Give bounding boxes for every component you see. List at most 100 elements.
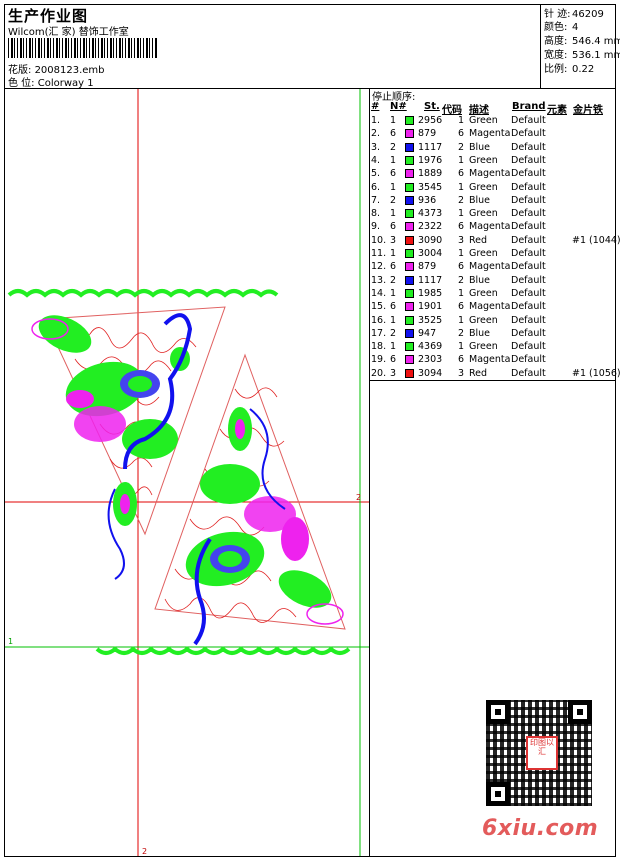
- qr-finder-tl: [486, 700, 510, 724]
- seq-code: 2: [458, 141, 465, 153]
- seq-desc: Magenta: [469, 261, 511, 273]
- col-num: #: [371, 101, 380, 112]
- color-swatch: [405, 235, 414, 245]
- seq-stitches: 879: [418, 261, 437, 273]
- stat-width: 宽度: 536.1 mm: [544, 50, 620, 61]
- seq-num: 18.: [371, 341, 387, 353]
- col-st: St.: [424, 101, 440, 112]
- seq-code: 6: [458, 128, 465, 140]
- color-swatch: [405, 142, 414, 152]
- qr-code: 印图以汇: [486, 700, 592, 806]
- seq-desc: Magenta: [469, 301, 511, 313]
- left-flowers: [31, 313, 193, 580]
- seq-needle: 6: [390, 168, 397, 180]
- color-swatch: [405, 368, 414, 378]
- seq-code: 3: [458, 367, 465, 379]
- seq-desc: Green: [469, 208, 498, 220]
- seq-code: 1: [458, 314, 465, 326]
- seq-desc: Blue: [469, 327, 491, 339]
- color-swatch: [405, 155, 414, 165]
- color-swatch: [405, 315, 414, 325]
- seq-desc: Green: [469, 248, 498, 259]
- seq-desc: Red: [469, 367, 488, 379]
- seq-desc: Green: [469, 154, 498, 166]
- seq-desc: Magenta: [469, 168, 511, 180]
- seq-needle: 2: [390, 194, 397, 206]
- seq-code: 2: [458, 274, 465, 286]
- stats-box: 针 迹:46209 颜色: 4 高度: 546.4 mm 宽度: 536.1 mm 比…: [540, 4, 620, 88]
- seq-code: 6: [458, 261, 465, 273]
- seq-desc: Magenta: [469, 128, 511, 140]
- sequence-row: 14. 1 1985 1 Green Default: [370, 288, 614, 301]
- color-swatch: [405, 222, 414, 232]
- seq-code: 6: [458, 354, 465, 366]
- seq-stitches: 1976: [418, 154, 443, 166]
- sequence-row: 16. 1 3525 1 Green Default: [370, 315, 614, 328]
- seq-brand: Default: [511, 261, 546, 273]
- seq-desc: Blue: [469, 141, 491, 153]
- seq-code: 1: [458, 181, 465, 193]
- seq-stitches: 936: [418, 194, 437, 206]
- studio-name: Wilcom(汇 家) 替饰工作室: [8, 27, 129, 38]
- seq-brand: Default: [511, 221, 546, 233]
- seq-code: 1: [458, 154, 465, 166]
- color-swatch: [405, 302, 414, 312]
- seq-desc: Red: [469, 234, 488, 246]
- seq-brand: Default: [511, 208, 546, 220]
- color-swatch: [405, 355, 414, 365]
- qr-finder-bl: [486, 782, 510, 806]
- seq-desc: Blue: [469, 274, 491, 286]
- seq-desc: Blue: [469, 194, 491, 206]
- seq-brand: Default: [511, 194, 546, 206]
- seq-stitches: 4369: [418, 341, 443, 353]
- color-swatch: [405, 328, 414, 338]
- sequence-row: 13. 2 1117 2 Blue Default: [370, 275, 614, 288]
- scallop-border-top: [7, 289, 279, 298]
- sequence-row: 3. 2 1117 2 Blue Default: [370, 142, 614, 155]
- seq-needle: 3: [390, 367, 397, 379]
- seq-stitches: 1117: [418, 141, 443, 153]
- seq-num: 5.: [371, 168, 381, 180]
- seq-needle: 2: [390, 327, 397, 339]
- seq-num: 12.: [371, 261, 387, 273]
- seq-desc: Green: [469, 341, 498, 353]
- seq-brand: Default: [511, 128, 546, 140]
- seq-brand: Default: [511, 181, 546, 193]
- seq-stitches: 947: [418, 327, 437, 339]
- seq-num: 9.: [371, 221, 381, 233]
- seq-num: 6.: [371, 181, 381, 193]
- seq-stitches: 4373: [418, 208, 443, 220]
- seq-num: 20.: [371, 367, 387, 379]
- seq-needle: 1: [390, 154, 397, 166]
- seq-code: 6: [458, 221, 465, 233]
- seq-note: #1 (1044): [572, 234, 620, 246]
- sequence-row: 11. 1 3004 1 Green Default: [370, 248, 614, 261]
- col-sequin: 金片铁: [573, 105, 603, 116]
- sequence-row: 10. 3 3090 3 Red Default #1 (1044): [370, 234, 620, 248]
- color-swatch: [405, 275, 414, 285]
- seq-code: 3: [458, 234, 465, 246]
- sequence-row: 19. 6 2303 6 Magenta Default: [370, 354, 614, 367]
- seq-desc: Magenta: [469, 221, 511, 233]
- seq-needle: 1: [390, 248, 397, 259]
- sequence-row: 8. 1 4373 1 Green Default: [370, 208, 614, 221]
- sequence-row: 12. 6 879 6 Magenta Default: [370, 261, 614, 274]
- color-swatch: [405, 288, 414, 298]
- seq-code: 1: [458, 115, 465, 126]
- sequence-row: 5. 6 1889 6 Magenta Default: [370, 168, 614, 181]
- sequence-row: 15. 6 1901 6 Magenta Default: [370, 301, 614, 314]
- seq-num: 13.: [371, 274, 387, 286]
- seq-code: 6: [458, 301, 465, 313]
- seq-brand: Default: [511, 367, 546, 379]
- seq-brand: Default: [511, 354, 546, 366]
- seq-code: 1: [458, 208, 465, 220]
- seq-num: 8.: [371, 208, 381, 220]
- scallop-border-bottom: [95, 646, 351, 655]
- seq-stitches: 3545: [418, 181, 443, 193]
- seq-brand: Default: [511, 341, 546, 353]
- embroidery-preview: 1 2 2: [5, 89, 369, 856]
- seq-needle: 1: [390, 341, 397, 353]
- colorway-line: 色 位: Colorway 1: [8, 74, 94, 89]
- seq-num: 2.: [371, 128, 381, 140]
- qr-stamp: 印图以汇: [526, 736, 558, 770]
